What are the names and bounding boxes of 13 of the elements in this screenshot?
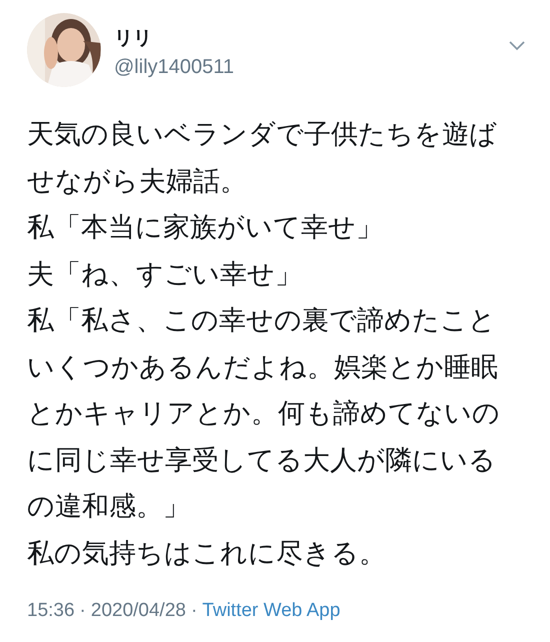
tweet-text-line: 天気の良いベランダで子供たちを遊ばせながら夫婦話。: [27, 118, 498, 198]
tweet-text-line: 夫「ね、すごい幸せ」: [27, 258, 303, 292]
tweet-date: 2020/04/28: [90, 599, 186, 623]
tweet-text-line: 私「私さ、この幸せの裏で諦めたこといくつかあるんだよね。娯楽とか睡眠とかキャリアとか。何も諦めてないのに同じ幸せ享受してる大人が隣にいるの違和感。」: [27, 304, 501, 524]
author-name[interactable]: リリ: [114, 25, 234, 51]
source-link[interactable]: Twitter Web App: [202, 597, 340, 625]
separator: ·: [80, 599, 86, 623]
tweet-time: 15:36: [27, 599, 75, 623]
separator: ·: [190, 599, 198, 623]
author-handle[interactable]: @lily1400511: [114, 53, 234, 81]
chevron-down-icon[interactable]: [509, 41, 525, 51]
tweet-text-line: 私「本当に家族がいて幸せ」: [27, 211, 384, 245]
tweet-text-line: 私の気持ちはこれに尽きる。: [27, 536, 387, 570]
